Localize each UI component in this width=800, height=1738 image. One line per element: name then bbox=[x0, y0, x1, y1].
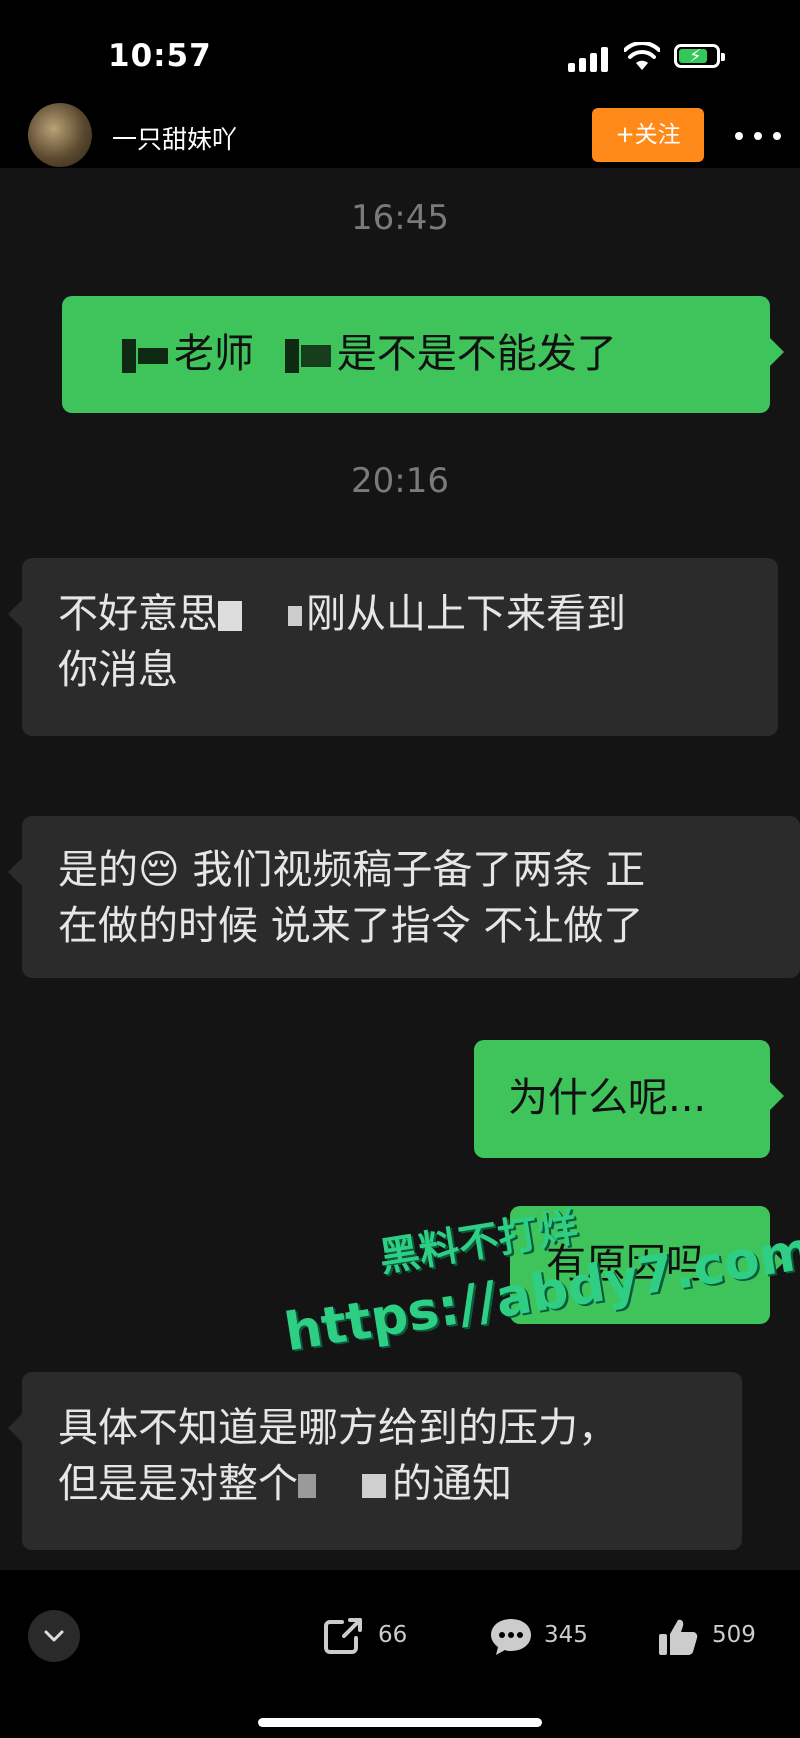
message-bubble-them: 不好意思 刚从山上下来看到 你消息 bbox=[8, 558, 778, 736]
message-text: 是的 bbox=[58, 847, 138, 893]
like-button[interactable]: 509 bbox=[656, 1616, 766, 1656]
censor-block bbox=[218, 601, 242, 631]
chevron-down-icon bbox=[44, 1630, 64, 1642]
status-time: 10:57 bbox=[108, 38, 212, 74]
message-text: 具体不知道是哪方给到的压力， bbox=[58, 1405, 618, 1451]
timestamp: 20:16 bbox=[351, 461, 449, 501]
censor-block bbox=[138, 348, 168, 364]
share-icon bbox=[324, 1618, 362, 1654]
message-text: 在做的时候 说来了指令 不让做了 bbox=[58, 903, 644, 949]
home-indicator bbox=[258, 1718, 542, 1727]
censor-block bbox=[300, 345, 331, 367]
pensive-emoji-icon: 😔 bbox=[138, 847, 180, 893]
username[interactable]: 一只甜妹吖 bbox=[112, 120, 237, 156]
censor-block bbox=[122, 339, 136, 373]
comment-icon bbox=[491, 1619, 531, 1655]
collapse-button[interactable] bbox=[28, 1610, 80, 1662]
message-text: 是不是不能发了 bbox=[336, 331, 617, 377]
message-text: 为什么呢... bbox=[508, 1075, 707, 1121]
message-bubble-them: 具体不知道是哪方给到的压力， 但是是对整个 的通知 bbox=[8, 1372, 742, 1550]
censor-block bbox=[362, 1474, 386, 1498]
battery-icon: ⚡ bbox=[674, 44, 725, 68]
message-text: 不好意思 bbox=[58, 591, 218, 637]
comment-button[interactable]: 345 bbox=[488, 1616, 598, 1656]
censor-block bbox=[298, 1474, 316, 1498]
like-count: 509 bbox=[712, 1622, 756, 1648]
signal-icon bbox=[568, 46, 612, 72]
censor-block bbox=[284, 339, 299, 373]
status-bar: 10:57 ⚡ bbox=[0, 0, 800, 105]
comment-count: 345 bbox=[544, 1622, 588, 1648]
message-bubble-me: 老师 是不是不能发了 bbox=[62, 296, 784, 413]
share-button[interactable]: 66 bbox=[322, 1616, 422, 1656]
post-header: 一只甜妹吖 +关注 bbox=[0, 100, 800, 168]
message-text: 但是是对整个 bbox=[58, 1461, 298, 1507]
timestamp: 16:45 bbox=[351, 198, 449, 238]
message-text: 我们视频稿子备了两条 正 bbox=[179, 847, 646, 893]
avatar[interactable] bbox=[28, 103, 92, 167]
message-text: 你消息 bbox=[58, 647, 178, 693]
censor-block bbox=[288, 606, 302, 626]
chat-screenshot: 16:45 老师 是不是不能发了 20:16 不好意思 刚从山上下来看到 你消息 … bbox=[0, 168, 800, 1570]
like-icon bbox=[659, 1619, 698, 1655]
wifi-icon bbox=[624, 42, 660, 70]
message-bubble-them: 是的😔 我们视频稿子备了两条 正 在做的时候 说来了指令 不让做了 bbox=[8, 816, 800, 978]
message-text: 老师 bbox=[174, 331, 254, 377]
message-text: 的通知 bbox=[392, 1461, 512, 1507]
more-icon[interactable] bbox=[733, 122, 783, 148]
follow-button[interactable]: +关注 bbox=[592, 108, 704, 162]
message-bubble-me: 为什么呢... bbox=[474, 1040, 784, 1158]
bottom-action-bar: 66 345 509 bbox=[0, 1570, 800, 1738]
message-text: 刚从山上下来看到 bbox=[306, 591, 626, 637]
share-count: 66 bbox=[378, 1622, 408, 1648]
